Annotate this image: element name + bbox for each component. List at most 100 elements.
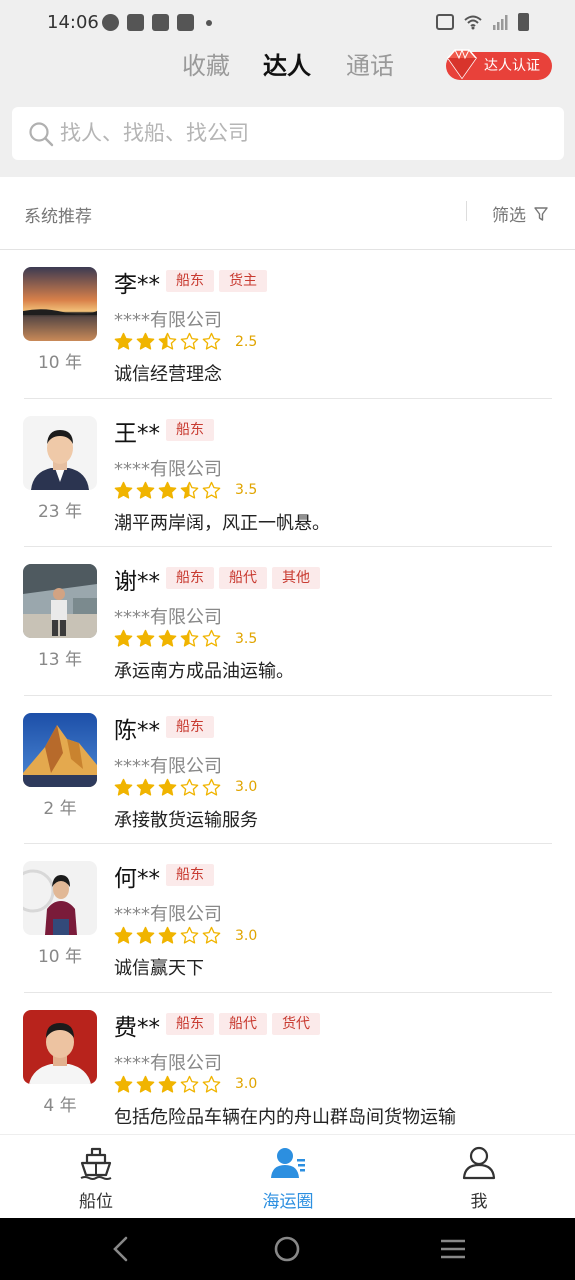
role-tag: 船东 bbox=[166, 418, 214, 441]
star-full-icon bbox=[114, 926, 133, 944]
nav-label: 我 bbox=[470, 1192, 488, 1212]
years-label: 4 年 bbox=[43, 1095, 77, 1116]
star-rating bbox=[114, 926, 221, 945]
tag-list: 船东 船代 货代 bbox=[166, 1012, 320, 1035]
status-bar: 14:06 bbox=[0, 0, 575, 46]
tab-favorites[interactable]: 收藏 bbox=[182, 46, 230, 81]
bag-icon bbox=[177, 14, 194, 31]
motto: 诚信赢天下 bbox=[114, 958, 204, 979]
star-full-icon bbox=[158, 926, 177, 944]
star-rating bbox=[114, 778, 221, 797]
search-icon bbox=[29, 122, 54, 147]
star-full-icon bbox=[158, 481, 177, 499]
filter-label: 筛选 bbox=[492, 206, 526, 226]
person-name: 谢** bbox=[114, 569, 160, 595]
star-empty-icon bbox=[180, 778, 199, 796]
avatar bbox=[23, 861, 97, 935]
rating-score: 3.0 bbox=[235, 1076, 258, 1092]
list-item[interactable]: 10 年 何** 船东 ****有限公司 3.0 诚信赢天下 bbox=[0, 844, 575, 993]
star-full-icon bbox=[114, 332, 133, 350]
bag-icon bbox=[127, 14, 144, 31]
rating-score: 3.5 bbox=[235, 630, 258, 647]
role-tag: 船代 bbox=[219, 1012, 267, 1035]
menu-icon[interactable] bbox=[438, 1234, 468, 1264]
tag-list: 船东 货主 bbox=[166, 270, 267, 292]
person-name: 费** bbox=[114, 1014, 160, 1041]
role-tag: 货主 bbox=[219, 270, 267, 292]
search-box[interactable] bbox=[12, 107, 564, 160]
sunset-photo bbox=[23, 267, 97, 341]
certify-label: 达人认证 bbox=[484, 58, 540, 74]
back-icon[interactable] bbox=[106, 1234, 136, 1264]
years-label: 13 年 bbox=[37, 650, 83, 670]
star-full-icon bbox=[136, 778, 155, 796]
signal-icon bbox=[493, 15, 508, 30]
person-name: 李** bbox=[114, 272, 160, 298]
star-empty-icon bbox=[180, 332, 199, 350]
more-dot-icon bbox=[206, 19, 212, 26]
star-empty-icon bbox=[202, 629, 221, 647]
role-tag: 船东 bbox=[166, 715, 214, 738]
nav-item-ship-position[interactable]: 船位 bbox=[0, 1135, 192, 1219]
star-full-icon bbox=[158, 629, 177, 647]
star-empty-icon bbox=[202, 481, 221, 499]
motto: 包括危险品车辆在内的舟山群岛间货物运输 bbox=[114, 1106, 456, 1128]
wifi-icon bbox=[464, 15, 482, 30]
tab-experts[interactable]: 达人 bbox=[263, 46, 311, 81]
profile-icon bbox=[462, 1146, 496, 1180]
star-full-icon bbox=[136, 1075, 155, 1093]
ship-icon bbox=[80, 1147, 112, 1180]
rating: 3.5 bbox=[114, 481, 257, 500]
tab-calls[interactable]: 通话 bbox=[346, 46, 394, 81]
diamond-icon bbox=[447, 48, 477, 80]
nav-label: 海运圈 bbox=[262, 1192, 314, 1212]
tag-list: 船东 bbox=[166, 864, 214, 886]
man-red-bg-photo bbox=[23, 1009, 97, 1084]
star-rating bbox=[114, 332, 221, 351]
list-item[interactable]: 2 年 陈** 船东 ****有限公司 3.0 承接散货运输服务 bbox=[0, 696, 575, 844]
man-hangar-photo bbox=[23, 564, 97, 638]
people-list: 10 年 李** 船东 货主 ****有限公司 2.5 诚信经营理念 23 年 … bbox=[0, 250, 575, 1134]
speed-icon bbox=[102, 14, 119, 31]
list-item[interactable]: 13 年 谢** 船东 船代 其他 ****有限公司 3.5 承运南方成品油运输… bbox=[0, 547, 575, 696]
star-empty-icon bbox=[180, 1075, 199, 1093]
tag-list: 船东 bbox=[166, 418, 214, 441]
list-item[interactable]: 10 年 李** 船东 货主 ****有限公司 2.5 诚信经营理念 bbox=[0, 250, 575, 399]
rating: 3.0 bbox=[114, 1075, 257, 1094]
star-empty-icon bbox=[202, 1075, 221, 1093]
search-input[interactable] bbox=[60, 117, 540, 149]
person-name: 何** bbox=[114, 866, 160, 892]
tag-list: 船东 船代 其他 bbox=[166, 567, 320, 589]
avatar bbox=[23, 415, 97, 490]
star-full-icon bbox=[158, 778, 177, 796]
motto: 承接散货运输服务 bbox=[114, 809, 258, 831]
rating: 3.5 bbox=[114, 629, 257, 648]
rating: 3.0 bbox=[114, 926, 257, 945]
avatar bbox=[23, 1009, 97, 1084]
rating-score: 2.5 bbox=[235, 333, 258, 350]
list-item[interactable]: 23 年 王** 船东 ****有限公司 3.5 潮平两岸阔，风正一帆悬。 bbox=[0, 399, 575, 547]
star-half-icon bbox=[180, 629, 199, 647]
rating-score: 3.0 bbox=[235, 779, 258, 795]
woman-photo bbox=[23, 861, 97, 935]
star-full-icon bbox=[136, 481, 155, 499]
role-tag: 船东 bbox=[166, 270, 214, 292]
company-name: ****有限公司 bbox=[114, 458, 222, 480]
nav-item-shipping-circle[interactable]: 海运圈 bbox=[192, 1135, 384, 1219]
header-area: 14:06 收藏 达人 通话 达人认证 bbox=[0, 0, 575, 177]
battery-icon bbox=[518, 13, 529, 31]
nav-item-me[interactable]: 我 bbox=[383, 1135, 575, 1219]
home-icon[interactable] bbox=[272, 1234, 302, 1264]
system-nav-bar bbox=[0, 1218, 575, 1280]
rating-score: 3.0 bbox=[235, 927, 258, 944]
motto: 承运南方成品油运输。 bbox=[114, 661, 294, 682]
company-name: ****有限公司 bbox=[114, 904, 222, 925]
filter-button[interactable]: 筛选 bbox=[492, 201, 548, 226]
section-title: 系统推荐 bbox=[24, 207, 92, 227]
star-rating bbox=[114, 629, 221, 648]
filter-icon bbox=[534, 206, 548, 221]
mountain-photo bbox=[23, 712, 97, 787]
star-full-icon bbox=[158, 1075, 177, 1093]
list-item[interactable]: 4 年 费** 船东 船代 货代 ****有限公司 3.0 包括危险品车辆在内的… bbox=[0, 993, 575, 1135]
certify-button[interactable]: 达人认证 bbox=[446, 48, 552, 80]
